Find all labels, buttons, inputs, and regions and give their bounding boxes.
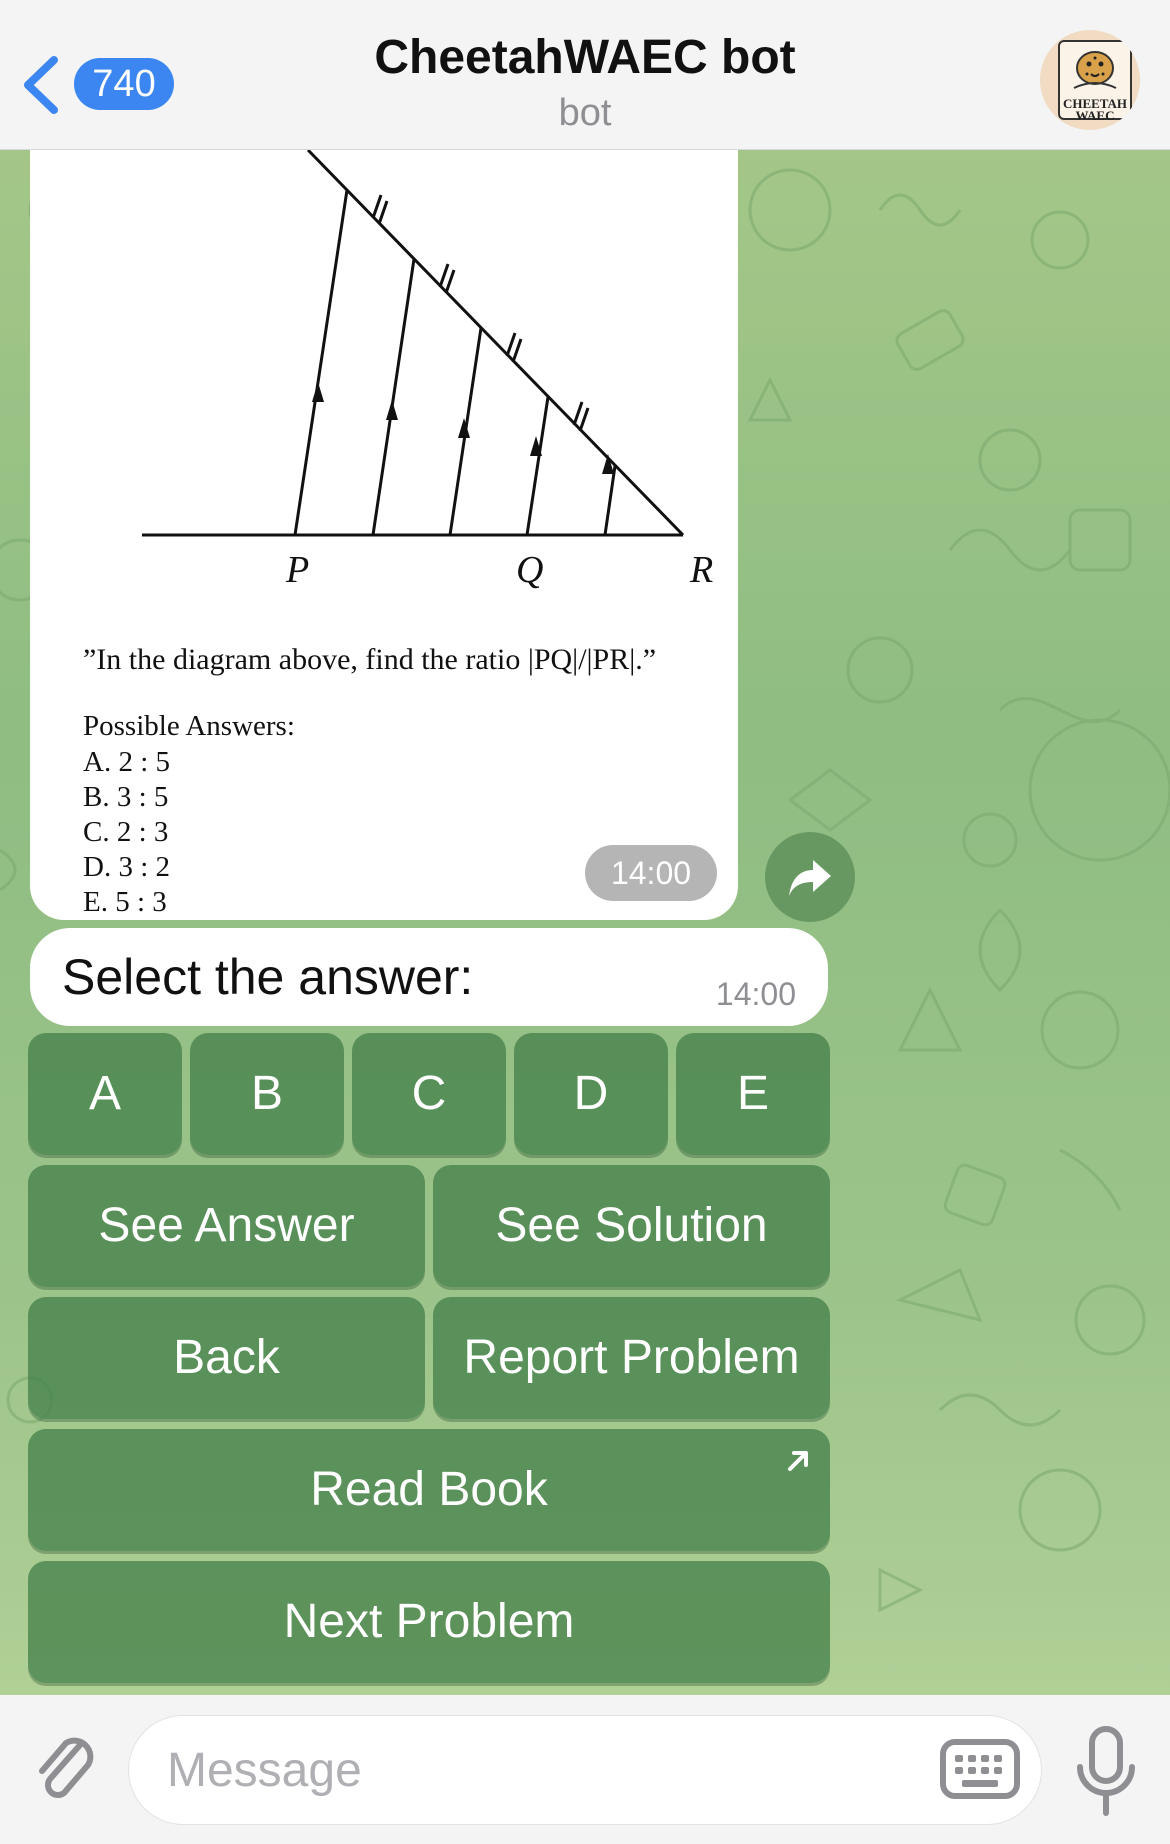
answer-option: A. 2 : 5 xyxy=(83,746,170,778)
forward-button[interactable] xyxy=(765,832,855,922)
question-text: ”In the diagram above, find the ratio |P… xyxy=(83,643,657,676)
answer-option: D. 3 : 2 xyxy=(83,851,170,883)
option-b-button[interactable]: B xyxy=(190,1033,344,1155)
prompt-message-bubble: Select the answer: 14:00 xyxy=(30,928,828,1026)
cheetah-logo-icon: CHEETAH WAEC xyxy=(1058,40,1132,122)
answer-option: E. 5 : 3 xyxy=(83,886,167,918)
point-q-label: Q xyxy=(516,549,543,591)
answer-option: C. 2 : 3 xyxy=(83,816,169,848)
see-answer-button[interactable]: See Answer xyxy=(28,1165,425,1287)
question-message-bubble: P Q R ”In the diagram above, find the ra… xyxy=(30,150,738,920)
message-composer xyxy=(0,1695,1170,1844)
keyboard-icon[interactable] xyxy=(940,1737,1020,1801)
external-link-icon xyxy=(788,1451,808,1471)
option-d-button[interactable]: D xyxy=(514,1033,668,1155)
report-problem-button[interactable]: Report Problem xyxy=(433,1297,830,1419)
option-c-button[interactable]: C xyxy=(352,1033,506,1155)
message-input[interactable] xyxy=(128,1715,1042,1825)
next-problem-button[interactable]: Next Problem xyxy=(28,1561,830,1683)
answers-title: Possible Answers: xyxy=(83,710,295,742)
prompt-timestamp: 14:00 xyxy=(715,976,796,1012)
see-solution-button[interactable]: See Solution xyxy=(433,1165,830,1287)
chat-subtitle: bot xyxy=(558,92,612,134)
read-book-label: Read Book xyxy=(310,1463,548,1516)
point-p-label: P xyxy=(285,549,309,591)
chat-title[interactable]: CheetahWAEC bot xyxy=(0,30,1170,85)
forward-arrow-icon xyxy=(789,860,831,896)
answer-option: B. 3 : 5 xyxy=(83,781,169,813)
back-keyboard-button[interactable]: Back xyxy=(28,1297,425,1419)
geometry-diagram: P Q R xyxy=(142,150,713,591)
paperclip-icon[interactable] xyxy=(30,1727,100,1807)
option-e-button[interactable]: E xyxy=(676,1033,830,1155)
microphone-icon[interactable] xyxy=(1074,1723,1138,1819)
prompt-text: Select the answer: xyxy=(62,949,474,1005)
answers-list: A. 2 : 5 B. 3 : 5 C. 2 : 3 D. 3 : 2 E. 5… xyxy=(83,745,170,920)
option-a-button[interactable]: A xyxy=(28,1033,182,1155)
read-book-button[interactable]: Read Book xyxy=(28,1429,830,1551)
message-timestamp: 14:00 xyxy=(585,845,717,901)
bot-avatar[interactable]: CHEETAH WAEC xyxy=(1040,30,1140,130)
point-r-label: R xyxy=(689,549,713,591)
chat-header: 740 CheetahWAEC bot bot CHEETAH WAEC xyxy=(0,0,1170,150)
